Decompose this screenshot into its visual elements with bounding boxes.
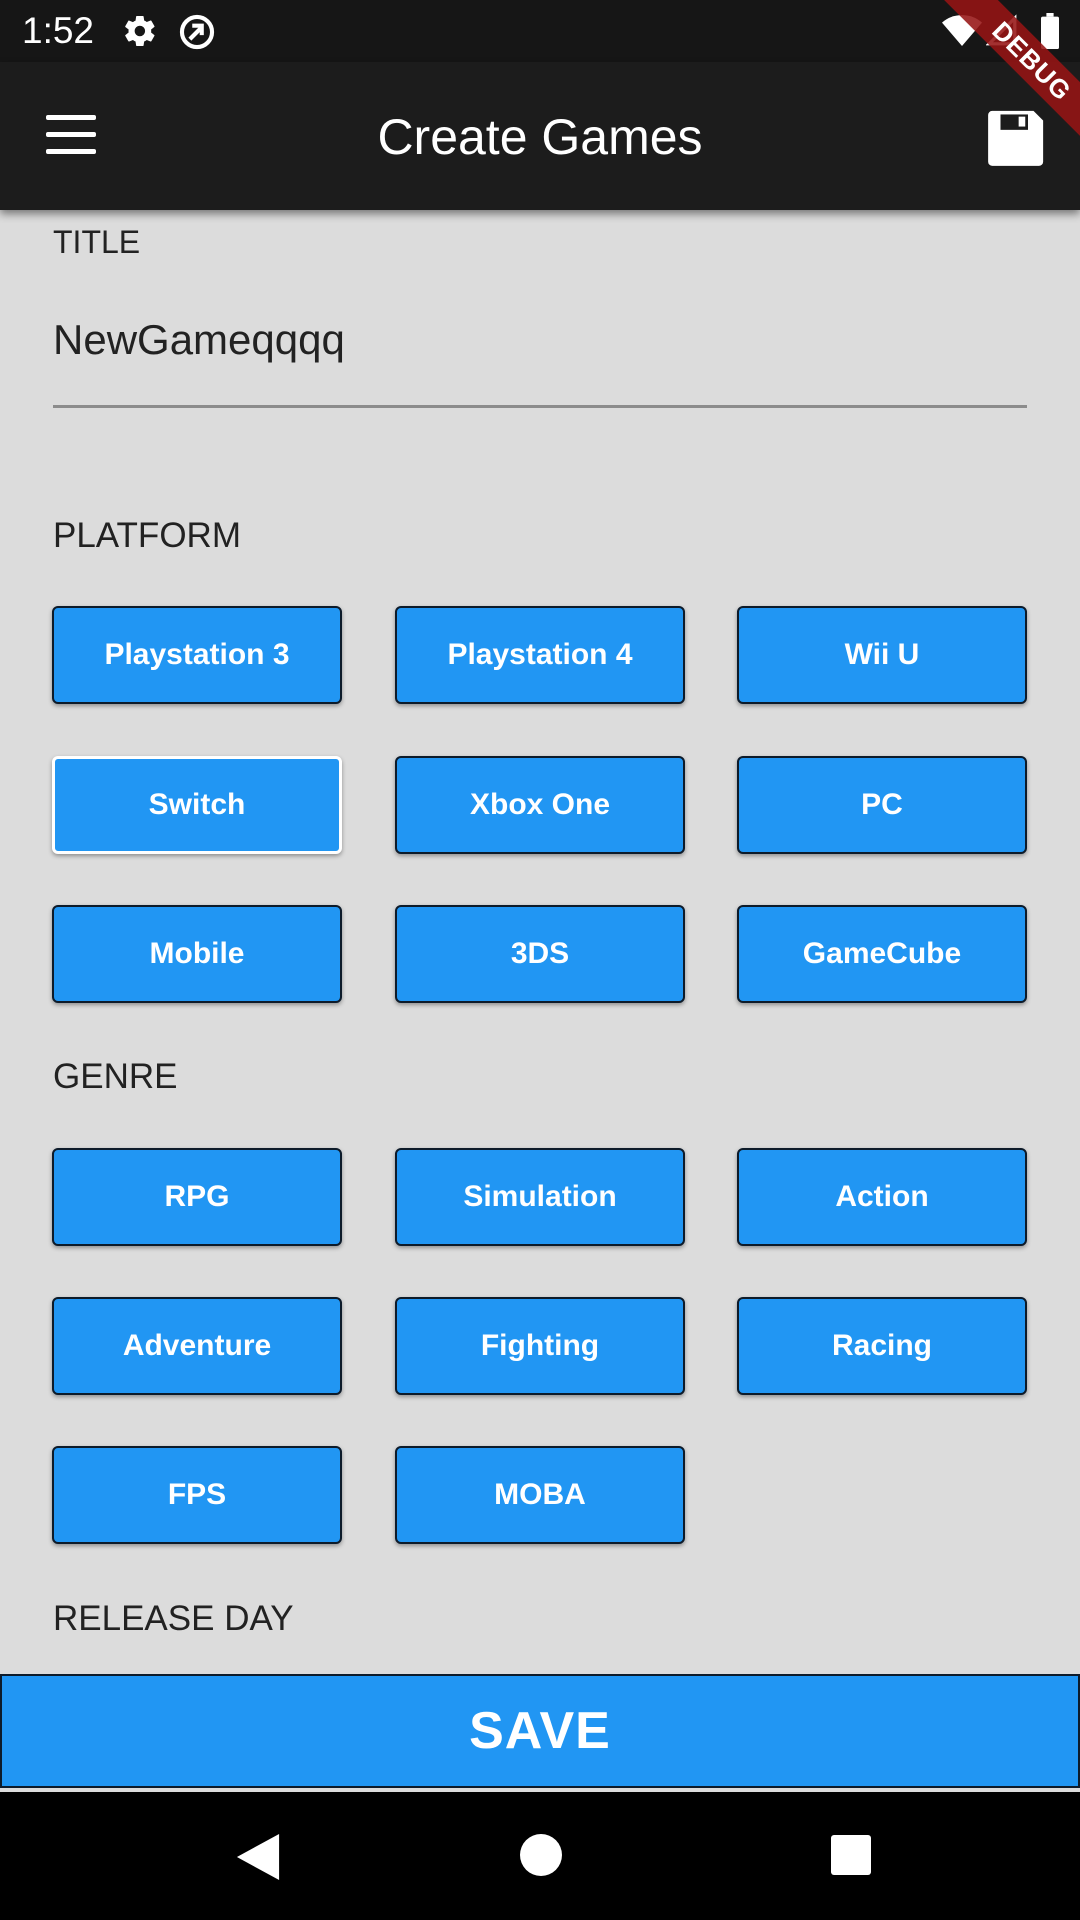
navigation-bar xyxy=(0,1792,1080,1920)
save-disk-icon[interactable] xyxy=(984,104,1050,170)
genre-chip-racing[interactable]: Racing xyxy=(737,1297,1027,1395)
platform-chip-gamecube[interactable]: GameCube xyxy=(737,905,1027,1003)
platform-chip-3ds[interactable]: 3DS xyxy=(395,905,685,1003)
page-title: Create Games xyxy=(377,109,703,165)
platform-chip-pc[interactable]: PC xyxy=(737,756,1027,854)
status-time: 1:52 xyxy=(22,10,95,51)
platform-label: PLATFORM xyxy=(53,516,241,555)
genre-chip-fighting[interactable]: Fighting xyxy=(395,1297,685,1395)
genre-chip-adventure[interactable]: Adventure xyxy=(52,1297,342,1395)
genre-chip-rpg[interactable]: RPG xyxy=(52,1148,342,1246)
back-icon[interactable] xyxy=(236,1834,280,1880)
recent-apps-icon[interactable] xyxy=(831,1835,871,1875)
title-field-label: TITLE xyxy=(53,224,141,260)
genre-label: GENRE xyxy=(53,1057,178,1096)
title-input[interactable] xyxy=(53,316,1027,364)
genre-chip-simulation[interactable]: Simulation xyxy=(395,1148,685,1246)
sync-blocked-icon xyxy=(179,14,215,50)
signal-icon xyxy=(986,14,1017,46)
settings-gear-icon xyxy=(125,15,155,47)
app-bar: Create Games xyxy=(0,62,1080,210)
platform-chip-playstation-4[interactable]: Playstation 4 xyxy=(395,606,685,704)
genre-chip-action[interactable]: Action xyxy=(737,1148,1027,1246)
form-content: TITLE PLATFORM Playstation 3 Playstation… xyxy=(0,210,1080,1674)
genre-chip-moba[interactable]: MOBA xyxy=(395,1446,685,1544)
status-bar: 1:52 xyxy=(0,0,1080,62)
home-icon[interactable] xyxy=(520,1834,562,1876)
wifi-icon xyxy=(942,15,982,46)
battery-icon xyxy=(1041,13,1059,49)
genre-chip-fps[interactable]: FPS xyxy=(52,1446,342,1544)
title-underline xyxy=(53,405,1027,408)
save-button[interactable]: SAVE xyxy=(0,1674,1080,1788)
platform-chip-wii-u[interactable]: Wii U xyxy=(737,606,1027,704)
release-day-label: RELEASE DAY xyxy=(53,1599,294,1638)
platform-chip-playstation-3[interactable]: Playstation 3 xyxy=(52,606,342,704)
platform-chip-mobile[interactable]: Mobile xyxy=(52,905,342,1003)
platform-chip-switch[interactable]: Switch xyxy=(52,756,342,854)
platform-chip-xbox-one[interactable]: Xbox One xyxy=(395,756,685,854)
